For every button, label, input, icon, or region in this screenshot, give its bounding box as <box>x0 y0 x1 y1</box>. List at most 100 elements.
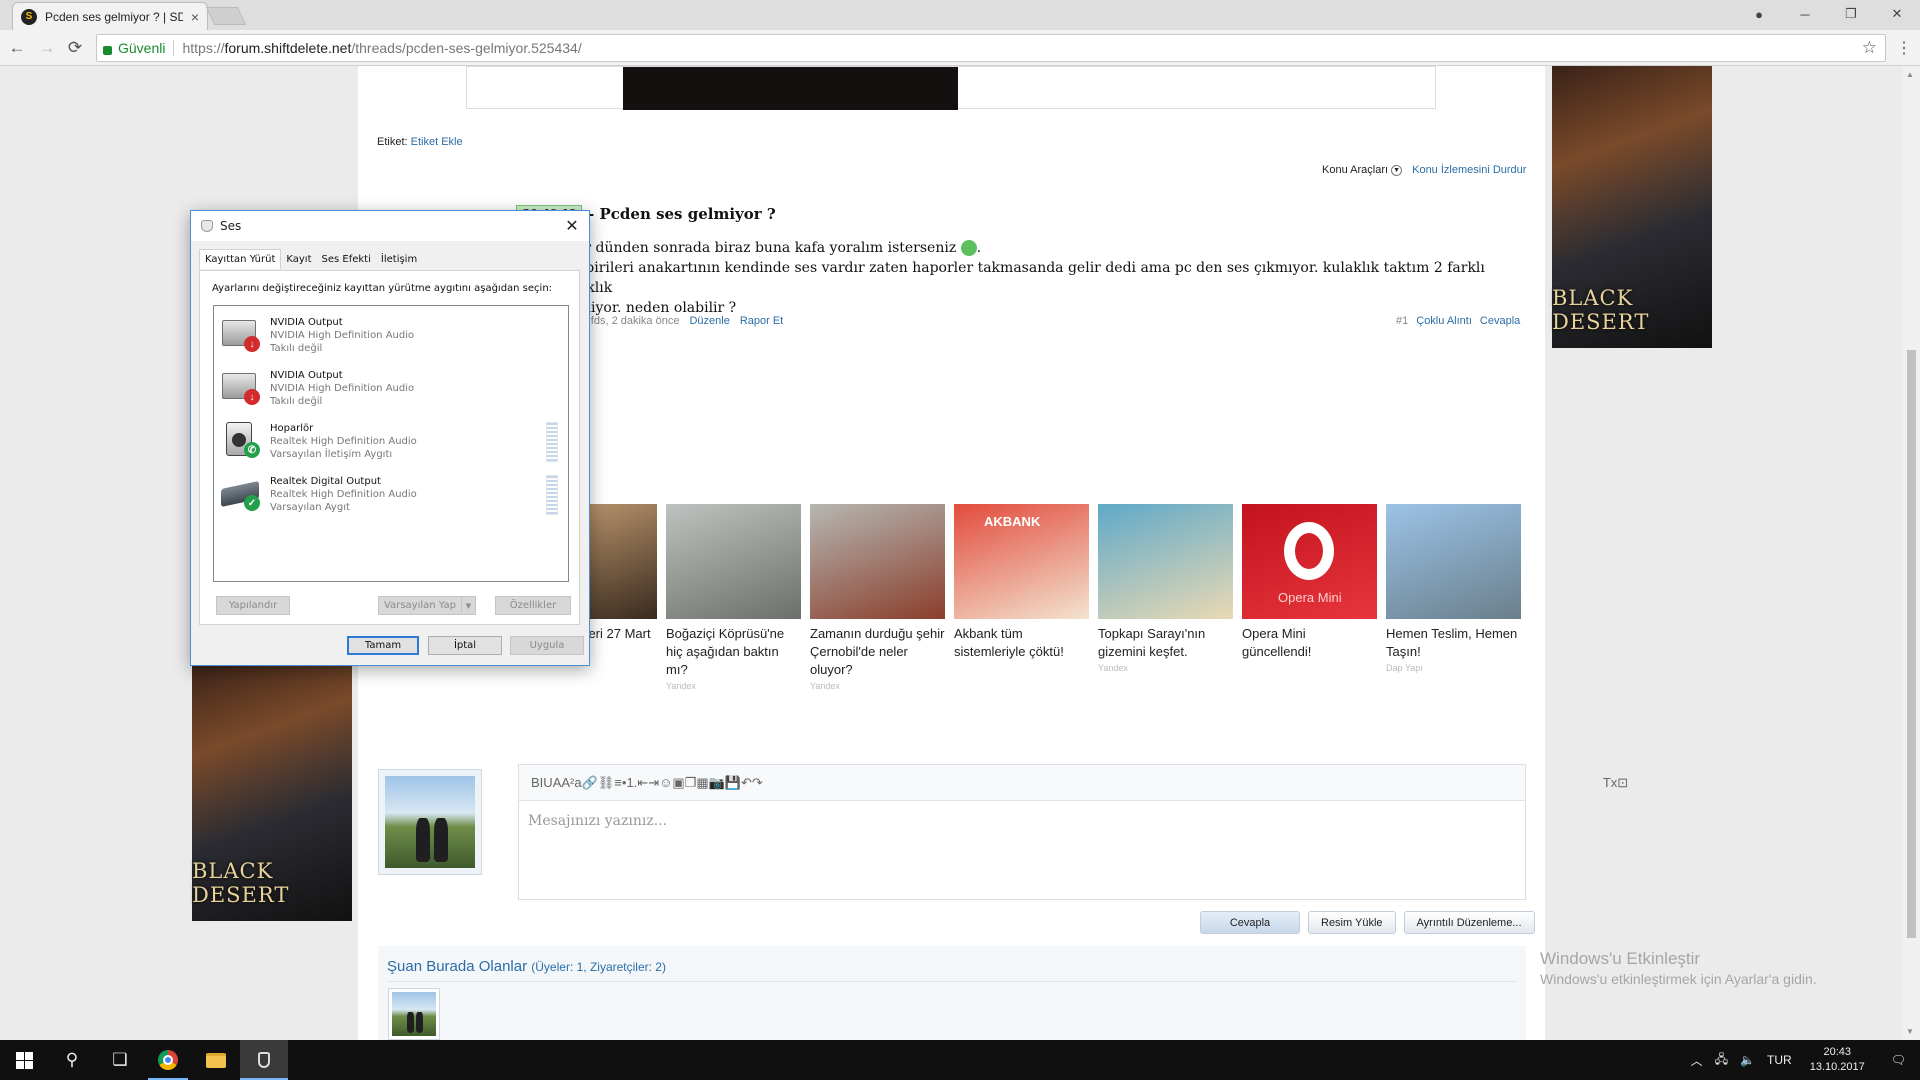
editor-tool-icon[interactable]: B <box>531 775 540 790</box>
sound-taskbar-button[interactable] <box>240 1040 288 1080</box>
recommendation-source: Yandex <box>1098 663 1128 673</box>
editor-tool-icon[interactable]: 📷 <box>709 775 725 791</box>
task-view-icon[interactable]: ❏ <box>96 1040 144 1080</box>
editor-tool-icon[interactable]: ↷ <box>752 775 763 791</box>
clock[interactable]: 20:43 13.10.2017 <box>1798 1045 1877 1075</box>
multi-quote-link[interactable]: Çoklu Alıntı <box>1416 315 1472 327</box>
device-item[interactable]: ✓ Realtek Digital Output Realtek High Def… <box>218 471 562 519</box>
bookmark-star-icon[interactable]: ☆ <box>1862 38 1877 58</box>
tab-sounds[interactable]: Ses Efekti <box>317 251 376 269</box>
apply-button[interactable]: Uygula <box>510 636 584 655</box>
profile-icon[interactable]: ● <box>1736 0 1782 28</box>
dialog-titlebar[interactable]: Ses <box>191 211 589 241</box>
file-explorer-taskbar-button[interactable] <box>192 1040 240 1080</box>
message-input[interactable]: Mesajınızı yazınız... <box>519 801 1525 841</box>
recommendation-card[interactable]: Zamanın durduğu şehir Çernobil'de neler … <box>810 504 945 691</box>
editor-tool-icon[interactable]: ≡ <box>614 775 622 790</box>
editor-tool-icon[interactable]: ⇤ <box>637 775 648 791</box>
device-list[interactable]: ↓ NVIDIA Output NVIDIA High Definition Au… <box>213 305 569 582</box>
recommendation-card[interactable]: Opera Mini Opera Mini güncellendi! <box>1242 504 1377 691</box>
editor-tool-icon[interactable]: U <box>543 775 552 790</box>
tab-communications[interactable]: İletişim <box>376 251 422 269</box>
reload-icon[interactable]: ⟳ <box>64 37 86 59</box>
tray-overflow-icon[interactable]: ︿ <box>1685 1052 1709 1069</box>
chevron-down-icon[interactable]: ▼ <box>461 597 475 614</box>
forward-icon[interactable]: → <box>36 37 58 59</box>
set-default-button[interactable]: Varsayılan Yap ▼ <box>378 596 476 615</box>
thread-tools-menu[interactable]: Konu Araçları ▼ <box>1322 164 1403 176</box>
recommendation-source: Dap Yapı <box>1386 663 1423 673</box>
chrome-taskbar-button[interactable] <box>144 1040 192 1080</box>
editor-tool-icon[interactable]: ⊡ <box>1617 775 1628 791</box>
url-protocol: https:// <box>182 40 225 56</box>
side-ad-right[interactable]: BLACK DESERT <box>1552 66 1712 348</box>
language-indicator[interactable]: TUR <box>1761 1053 1798 1067</box>
editor-tool-icon[interactable]: ☺ <box>659 775 672 790</box>
side-ad-left[interactable]: BLACK DESERT <box>192 661 352 921</box>
editor-tool-icon[interactable]: ↶ <box>741 775 752 791</box>
tab-close-icon[interactable]: × <box>191 9 199 25</box>
editor-tool-icon[interactable]: ▣ <box>672 775 684 791</box>
browser-menu-icon[interactable]: ⋮ <box>1896 38 1912 58</box>
edit-post-link[interactable]: Düzenle <box>689 315 729 327</box>
recommendation-card[interactable]: Boğaziçi Köprüsü'ne hiç aşağıdan baktın … <box>666 504 801 691</box>
online-user-avatar[interactable] <box>388 988 440 1040</box>
page-scrollbar[interactable]: ▲ ▼ <box>1903 66 1920 1040</box>
top-banner-ad[interactable] <box>466 66 1436 110</box>
editor-tool-icon[interactable]: ❐ <box>685 775 697 791</box>
browser-tab[interactable]: S Pcden ses gelmiyor ? | SD × <box>12 2 208 30</box>
device-item[interactable]: ↓ NVIDIA Output NVIDIA High Definition Au… <box>218 312 562 360</box>
device-status: Varsayılan Aygıt <box>270 502 350 513</box>
configure-button[interactable]: Yapılandır <box>216 596 290 615</box>
minimize-icon[interactable]: ─ <box>1782 0 1828 28</box>
scroll-down-icon[interactable]: ▼ <box>1906 1027 1914 1036</box>
restore-icon[interactable]: ❐ <box>1828 0 1874 28</box>
back-icon[interactable]: ← <box>6 37 28 59</box>
set-default-label: Varsayılan Yap <box>384 600 456 611</box>
dialog-close-icon[interactable]: ✕ <box>555 211 589 241</box>
ok-button[interactable]: Tamam <box>347 636 419 655</box>
post-number: #1 <box>1396 315 1409 327</box>
new-tab-button[interactable] <box>205 7 247 25</box>
editor-tool-icon[interactable]: 1. <box>626 775 637 790</box>
editor-tool-icon[interactable]: ⇥ <box>648 775 659 791</box>
start-button[interactable] <box>0 1040 48 1080</box>
report-post-link[interactable]: Rapor Et <box>740 315 783 327</box>
editor-tool-icon[interactable]: Tx <box>1603 775 1617 790</box>
network-icon[interactable]: 🖧 <box>1709 1050 1734 1071</box>
advanced-edit-button[interactable]: Ayrıntılı Düzenleme... <box>1403 911 1535 934</box>
editor-tool-icon[interactable]: a <box>574 775 581 790</box>
scrollbar-thumb[interactable] <box>1907 350 1916 938</box>
upload-image-button[interactable]: Resim Yükle <box>1308 911 1396 934</box>
reply-link[interactable]: Cevapla <box>1480 315 1520 327</box>
recommendation-card[interactable]: Topkapı Sarayı'nın gizemini keşfet. Yande… <box>1098 504 1233 691</box>
recommendation-card[interactable]: Hemen Teslim, Hemen Taşın! Dap Yapı <box>1386 504 1521 691</box>
editor-tool-icon[interactable]: A² <box>561 775 574 790</box>
notification-icon[interactable]: 🗨 <box>1877 1053 1920 1067</box>
recommendation-card[interactable]: AKBANK Akbank tüm sistemleriyle çöktü! <box>954 504 1089 691</box>
volume-icon[interactable]: 🔈 <box>1734 1053 1761 1067</box>
unwatch-thread-link[interactable]: Konu İzlemesini Durdur <box>1412 164 1526 176</box>
online-counts: (Üyeler: 1, Ziyaretçiler: 2) <box>531 960 666 974</box>
address-bar[interactable]: Güvenli https://forum.shiftdelete.net/th… <box>96 34 1886 62</box>
properties-button[interactable]: Özellikler <box>495 596 571 615</box>
avatar[interactable] <box>378 769 482 875</box>
recommendation-caption: Topkapı Sarayı'nın gizemini keşfet. <box>1098 626 1206 659</box>
reply-button[interactable]: Cevapla <box>1200 911 1300 934</box>
cancel-button[interactable]: İptal <box>428 636 502 655</box>
add-tag-link[interactable]: Etiket Ekle <box>411 136 463 148</box>
editor-tool-icon[interactable]: 🔗 <box>582 775 598 791</box>
window-close-icon[interactable]: ✕ <box>1874 0 1920 28</box>
post-title: - Pcden ses gelmiyor ? <box>588 204 776 223</box>
editor-tool-icon[interactable]: A <box>553 775 562 790</box>
tab-recording[interactable]: Kayıt <box>281 251 316 269</box>
editor-tool-icon[interactable]: ⛓ <box>598 775 615 791</box>
scroll-up-icon[interactable]: ▲ <box>1906 70 1914 79</box>
level-meter <box>546 422 558 462</box>
device-item[interactable]: ✆ Hoparlör Realtek High Definition Audio V… <box>218 418 562 466</box>
device-item[interactable]: ↓ NVIDIA Output NVIDIA High Definition Au… <box>218 365 562 413</box>
editor-tool-icon[interactable]: ▦ <box>696 775 708 791</box>
search-icon[interactable]: ⚲ <box>48 1040 96 1080</box>
editor-tool-icon[interactable]: 💾 <box>725 775 741 791</box>
tab-playback[interactable]: Kayıttan Yürüt <box>199 249 282 269</box>
